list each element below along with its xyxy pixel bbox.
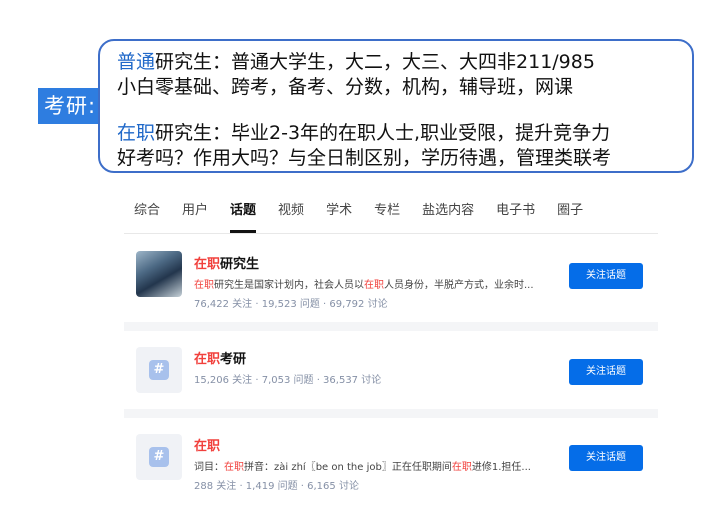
topic-thumbnail[interactable]: # <box>136 347 182 393</box>
follow-topic-button[interactable]: 关注话题 <box>569 263 643 289</box>
exam-tag: 考研: <box>38 88 100 124</box>
topic-description: 词目：在职拼音：zài zhí〖be on the job〗正在任职期间在职进修… <box>194 462 531 473</box>
tab-ebooks[interactable]: 电子书 <box>496 198 535 233</box>
topic-description: 在职研究生是国家计划内，社会人员以在职人员身份，半脱产方式，业余时... <box>194 280 534 291</box>
topic-thumbnail[interactable]: # <box>136 434 182 480</box>
hash-icon: # <box>149 360 169 380</box>
annotation-line-2: 小白零基础、跨考，备考、分数，机构，辅导班，网课 <box>117 76 574 98</box>
topic-stats: 288 关注 · 1,419 问题 · 6,165 讨论 <box>194 481 359 492</box>
annotation-line-3: 在职研究生：毕业2-3年的在职人士,职业受限，提升竞争力 <box>117 122 611 144</box>
hash-icon: # <box>149 447 169 467</box>
topic-result-card: # 在职考研 15,206 关注 · 7,053 问题 · 36,537 讨论 … <box>124 331 658 409</box>
tab-all[interactable]: 综合 <box>134 198 160 233</box>
topic-stats: 15,206 关注 · 7,053 问题 · 36,537 讨论 <box>194 375 382 386</box>
annotation-line-4: 好考吗？作用大吗？与全日制区别，学历待遇，管理类联考 <box>117 147 612 169</box>
topic-title[interactable]: 在职考研 <box>194 348 246 367</box>
tab-topics[interactable]: 话题 <box>230 198 257 233</box>
annotation-line-1: 普通研究生：普通大学生，大二，大三、大四非211/985 <box>117 51 595 73</box>
search-type-tabs: 综合 用户 话题 视频 学术 专栏 盐选内容 电子书 圈子 <box>124 198 658 234</box>
topic-stats: 76,422 关注 · 19,523 问题 · 69,792 讨论 <box>194 299 388 310</box>
tab-videos[interactable]: 视频 <box>278 198 304 233</box>
tab-circles[interactable]: 圈子 <box>557 198 583 233</box>
topic-result-card: # 在职 词目：在职拼音：zài zhí〖be on the job〗正在任职期… <box>124 418 658 508</box>
follow-topic-button[interactable]: 关注话题 <box>569 359 643 385</box>
topic-result-card: 在职研究生 在职研究生是国家计划内，社会人员以在职人员身份，半脱产方式，业余时.… <box>124 235 658 322</box>
topic-photo-thumbnail[interactable] <box>136 251 182 297</box>
topic-title[interactable]: 在职 <box>194 435 220 454</box>
tab-users[interactable]: 用户 <box>182 198 208 233</box>
tab-salt-content[interactable]: 盐选内容 <box>422 198 474 233</box>
tab-academic[interactable]: 学术 <box>326 198 352 233</box>
follow-topic-button[interactable]: 关注话题 <box>569 445 643 471</box>
tab-columns[interactable]: 专栏 <box>374 198 400 233</box>
annotation-bubble: 普通研究生：普通大学生，大二，大三、大四非211/985 小白零基础、跨考，备考… <box>98 39 694 173</box>
topic-title[interactable]: 在职研究生 <box>194 253 259 272</box>
